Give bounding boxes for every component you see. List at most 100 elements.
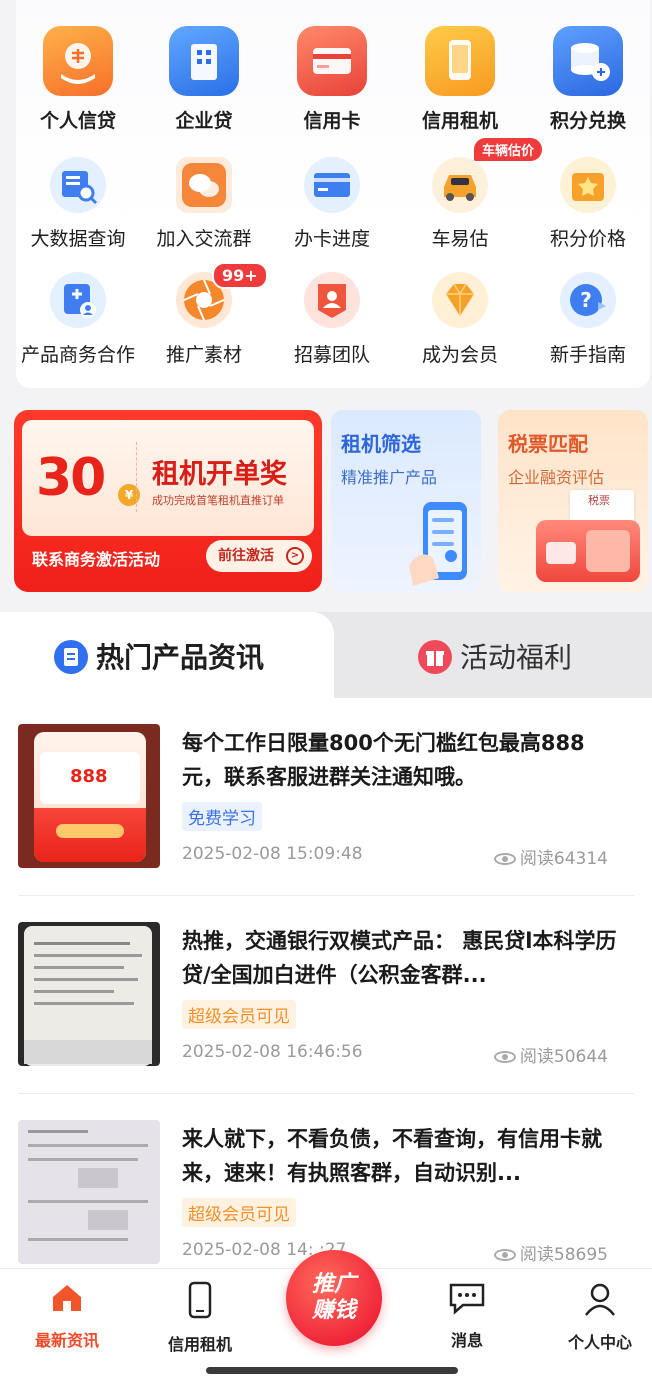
grid-label: 个人信贷 (39, 110, 116, 132)
home-indicator[interactable] (206, 1367, 458, 1374)
eye-icon (493, 853, 516, 865)
grid-item-recruit-team[interactable]: 招募团队 (270, 0, 394, 366)
thumbnail-image (18, 922, 160, 1066)
feature-grid: 个人信贷 企业贷 信用卡 信用租机 积分兑换 大数据查询 加入交流群 办卡进度 … (16, 0, 650, 388)
tax-subtitle: 企业融资评估 (508, 468, 605, 487)
nav-label: 消息 (450, 1331, 483, 1350)
grid-label: 办卡进度 (293, 228, 370, 250)
help-guide-icon: ? (560, 272, 616, 328)
phone-filter-banner[interactable]: 租机筛选 精准推广产品 (331, 410, 481, 592)
activate-button-label: 前往激活 (218, 548, 274, 564)
star-box-icon (560, 157, 616, 213)
item-tag: 免费学习 (182, 802, 262, 831)
message-icon (449, 1283, 485, 1315)
filter-title: 租机筛选 (341, 432, 421, 456)
nav-latest-news[interactable]: 最新资讯 (12, 1281, 122, 1351)
grid-item-become-member[interactable]: 成为会员 (398, 0, 522, 366)
grid-label: 成为会员 (421, 344, 498, 366)
item-reads: 阅读64314 (493, 844, 608, 869)
item-tag: 超级会员可见 (182, 1000, 296, 1029)
chevron-right-icon: > (286, 547, 304, 565)
list-item[interactable]: 热推，交通银行双模式产品： 惠民贷l本科学历贷/全国加白进件（公积金客群... … (0, 896, 652, 1094)
svg-text:?: ? (580, 288, 592, 312)
filter-subtitle: 精准推广产品 (341, 468, 438, 487)
promo-count-badge: 99+ (212, 262, 268, 289)
grid-label: 大数据查询 (30, 228, 126, 250)
reward-amount: 30 (36, 448, 106, 508)
reward-title: 租机开单奖 (152, 459, 287, 490)
nav-label: 最新资讯 (34, 1331, 99, 1350)
nav-messages[interactable]: 消息 (412, 1281, 522, 1351)
thumbnail-image (18, 1120, 160, 1264)
promote-line2: 赚钱 (311, 1298, 356, 1323)
thumbnail-amount: 888 (70, 766, 108, 787)
promote-earn-button[interactable]: 推广 赚钱 (286, 1250, 382, 1346)
card-progress-icon (304, 157, 360, 213)
item-reads: 阅读50644 (493, 1042, 608, 1067)
grid-label: 产品商务合作 (20, 344, 135, 366)
reads-count: 阅读64314 (519, 849, 608, 869)
grid-label: 信用租机 (421, 110, 498, 132)
tax-paper-label: 税票 (588, 494, 610, 507)
grid-label: 信用卡 (303, 110, 361, 132)
user-icon (585, 1283, 615, 1316)
dashed-divider (136, 442, 137, 512)
item-date: 2025-02-08 16:46:56 (182, 1042, 363, 1062)
gift-icon (418, 640, 452, 674)
grid-item-beginner-guide[interactable]: ? 新手指南 (526, 0, 650, 366)
grid-label: 积分兑换 (549, 110, 626, 132)
data-search-icon (50, 157, 106, 213)
reads-count: 阅读58695 (519, 1245, 608, 1265)
phone-order-reward-banner[interactable]: 30 ¥ 租机开单奖 成功完成首笔租机直推订单 联系商务激活活动 前往激活 > (14, 410, 322, 592)
activate-button[interactable]: 前往激活 > (206, 540, 312, 572)
printer-icon (536, 520, 640, 582)
promote-line1: 推广 (311, 1272, 356, 1297)
reward-footer-text: 联系商务激活活动 (32, 550, 161, 569)
item-title: 热推，交通银行双模式产品： 惠民贷l本科学历贷/全国加白进件（公积金客群... (182, 929, 617, 987)
news-feed: 888 每个工作日限量800个无门槛红包最高888元，联系客服进群关注通知哦。 … (0, 698, 652, 1268)
item-title: 每个工作日限量800个无门槛红包最高888元，联系客服进群关注通知哦。 (182, 731, 585, 789)
list-item[interactable]: 888 每个工作日限量800个无门槛红包最高888元，联系客服进群关注通知哦。 … (0, 698, 652, 896)
nav-profile[interactable]: 个人中心 (545, 1281, 652, 1353)
eye-icon (493, 1051, 516, 1063)
reads-count: 阅读50644 (519, 1047, 608, 1067)
grid-label: 招募团队 (293, 344, 370, 366)
phone-hand-icon (409, 502, 467, 586)
nav-label: 个人中心 (567, 1333, 632, 1352)
tax-title: 税票匹配 (508, 432, 588, 456)
document-icon (54, 640, 88, 674)
car-estimate-badge: 车辆估价 (474, 138, 543, 161)
nav-phone-rental[interactable]: 信用租机 (145, 1281, 255, 1355)
car-icon (432, 157, 488, 213)
cooperation-icon (50, 272, 106, 328)
phone-outline-icon (188, 1281, 212, 1319)
tax-match-banner[interactable]: 税票匹配 企业融资评估 税票 (498, 410, 648, 592)
grid-label: 企业贷 (175, 110, 233, 132)
grid-label: 积分价格 (549, 228, 626, 250)
item-reads: 阅读58695 (493, 1240, 608, 1265)
grid-label: 新手指南 (549, 344, 626, 366)
home-icon (53, 1285, 81, 1311)
diamond-icon (432, 272, 488, 328)
grid-item-promo-material[interactable]: 99+ 推广素材 (142, 0, 268, 366)
grid-label: 车易估 (431, 228, 489, 250)
tab-hot-products[interactable]: 热门产品资讯 (0, 612, 334, 702)
grid-label: 加入交流群 (156, 228, 252, 250)
content-tabs: 热门产品资讯 活动福利 (0, 612, 652, 702)
tab-activity-welfare[interactable]: 活动福利 (334, 612, 652, 698)
tab-label: 热门产品资讯 (96, 641, 265, 674)
chat-group-icon (176, 157, 232, 213)
team-icon (304, 272, 360, 328)
nav-label: 信用租机 (167, 1335, 232, 1354)
thumbnail-image: 888 (18, 724, 160, 868)
item-date: 2025-02-08 15:09:48 (182, 844, 363, 864)
item-tag: 超级会员可见 (182, 1198, 296, 1227)
reward-subtitle: 成功完成首笔租机直推订单 (152, 494, 284, 507)
grid-label: 推广素材 (165, 344, 242, 366)
reward-card: 30 ¥ 租机开单奖 成功完成首笔租机直推订单 (22, 420, 314, 536)
list-item[interactable]: 来人就下，不看负债，不看查询，有信用卡就来，速来！有执照客群，自动识别... 超… (0, 1094, 652, 1268)
eye-icon (493, 1249, 516, 1261)
item-title: 来人就下，不看负债，不看查询，有信用卡就来，速来！有执照客群，自动识别... (182, 1127, 602, 1185)
grid-item-business-cooperation[interactable]: 产品商务合作 (16, 0, 140, 366)
tab-label: 活动福利 (460, 641, 573, 674)
